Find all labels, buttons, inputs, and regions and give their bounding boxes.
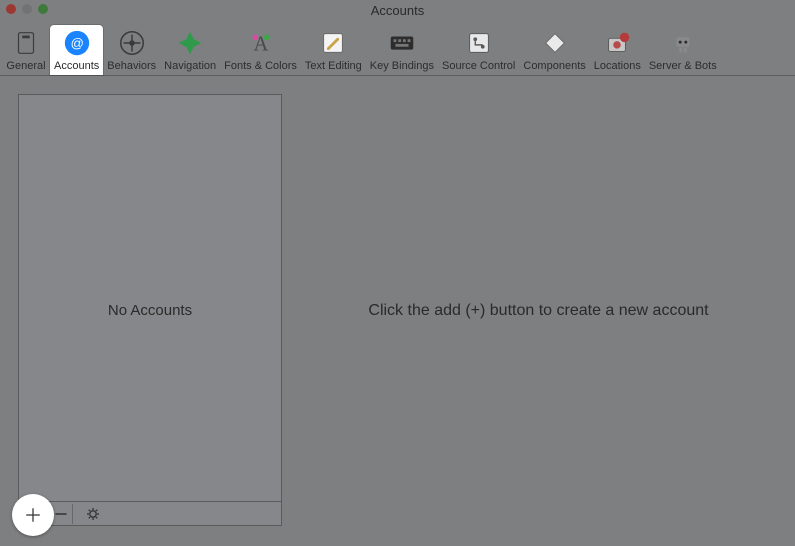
zoom-window-button[interactable]	[38, 4, 48, 14]
text-editing-icon	[317, 27, 349, 59]
tab-behaviors[interactable]: Behaviors	[103, 25, 160, 75]
gear-icon	[86, 507, 100, 521]
plus-icon	[24, 506, 42, 524]
tab-components[interactable]: Components	[519, 25, 589, 75]
tab-key-bindings[interactable]: Key Bindings	[366, 25, 438, 75]
general-icon	[10, 27, 42, 59]
preferences-toolbar: General @ Accounts Behaviors Navigation …	[0, 20, 795, 76]
tab-server-bots[interactable]: Server & Bots	[645, 25, 721, 75]
window-title: Accounts	[0, 3, 795, 18]
add-account-highlight[interactable]	[12, 494, 54, 536]
close-window-button[interactable]	[6, 4, 16, 14]
tab-label: Navigation	[164, 60, 216, 72]
server-bots-icon	[667, 27, 699, 59]
tab-navigation[interactable]: Navigation	[160, 25, 220, 75]
tab-label: Locations	[594, 60, 641, 72]
tab-label: Behaviors	[107, 60, 156, 72]
detail-empty-hint: Click the add (+) button to create a new…	[368, 302, 708, 320]
accounts-empty-label: No Accounts	[108, 302, 192, 319]
tab-label: Key Bindings	[370, 60, 434, 72]
minus-icon	[54, 507, 68, 521]
titlebar: Accounts	[0, 0, 795, 20]
tab-label: General	[6, 60, 45, 72]
tab-label: Accounts	[54, 60, 99, 72]
accounts-list-footer	[19, 501, 281, 525]
tab-general[interactable]: General	[2, 25, 50, 75]
components-icon	[539, 27, 571, 59]
account-actions-button[interactable]	[81, 504, 105, 524]
account-detail-pane: Click the add (+) button to create a new…	[282, 76, 795, 546]
tab-label: Fonts & Colors	[224, 60, 297, 72]
navigation-icon	[174, 27, 206, 59]
locations-icon	[601, 27, 633, 59]
tab-label: Components	[523, 60, 585, 72]
content-area: No Accounts Click the add (+) button to …	[0, 76, 795, 546]
key-bindings-icon	[386, 27, 418, 59]
accounts-icon: @	[61, 27, 93, 59]
tab-text-editing[interactable]: Text Editing	[301, 25, 366, 75]
svg-text:@: @	[70, 36, 83, 51]
behaviors-icon	[116, 27, 148, 59]
minimize-window-button[interactable]	[22, 4, 32, 14]
source-control-icon	[463, 27, 495, 59]
tab-locations[interactable]: Locations	[590, 25, 645, 75]
tab-accounts[interactable]: @ Accounts	[50, 25, 103, 75]
fonts-colors-icon: A	[245, 27, 277, 59]
tab-label: Source Control	[442, 60, 515, 72]
window-controls	[6, 4, 48, 14]
tab-label: Text Editing	[305, 60, 362, 72]
tab-fonts-colors[interactable]: A Fonts & Colors	[220, 25, 301, 75]
tab-source-control[interactable]: Source Control	[438, 25, 519, 75]
accounts-list[interactable]: No Accounts	[18, 94, 282, 526]
tab-label: Server & Bots	[649, 60, 717, 72]
